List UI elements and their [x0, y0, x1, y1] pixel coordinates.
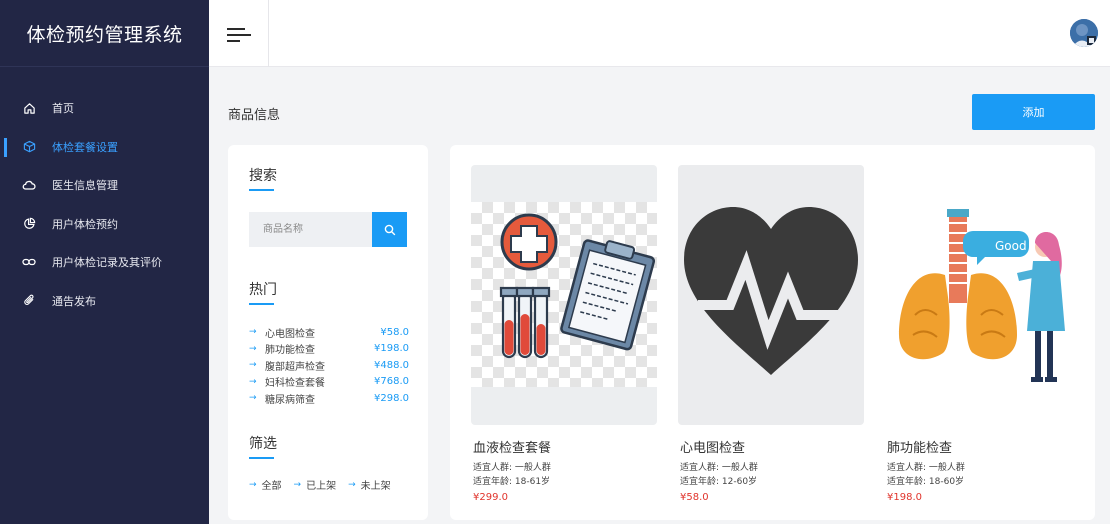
product-age: 适宜年龄: 18-60岁	[887, 477, 965, 487]
user-avatar-icon[interactable]	[1070, 19, 1098, 47]
sidebar-item-label: 通告发布	[52, 294, 96, 308]
top-header	[209, 0, 1110, 67]
home-icon	[22, 101, 36, 115]
hot-item[interactable]: → 腹部超声检查 ¥488.0	[249, 357, 409, 374]
hot-item-name: 心电图检查	[265, 328, 315, 340]
app-title: 体检预约管理系统	[0, 0, 209, 67]
svg-text:Good: Good	[995, 239, 1027, 253]
sidebar-item-user-records[interactable]: 用户体检记录及其评价	[0, 243, 209, 282]
blood-test-tubes-clipboard-icon	[471, 202, 657, 391]
hot-item-price: ¥768.0	[374, 376, 409, 388]
hot-item[interactable]: → 心电图检查 ¥58.0	[249, 324, 409, 341]
hamburger-icon[interactable]	[227, 24, 251, 44]
filter-panel: 搜索 热门 → 心电图检查 ¥58.0 → 肺功能检查 ¥198.0 → 腹部超…	[228, 145, 428, 520]
hot-item[interactable]: → 肺功能检查 ¥198.0	[249, 341, 409, 358]
product-price: ¥299.0	[473, 492, 508, 503]
product-image	[678, 165, 864, 425]
sidebar-item-user-booking[interactable]: 用户体检预约	[0, 205, 209, 244]
cloud-icon	[22, 178, 36, 192]
product-card[interactable]: 心电图检查 适宜人群: 一般人群 适宜年龄: 12-60岁 ¥58.0	[678, 165, 864, 520]
sidebar-item-label: 医生信息管理	[52, 179, 118, 193]
sidebar-item-doctor-info[interactable]: 医生信息管理	[0, 166, 209, 205]
hot-title: 热门	[249, 282, 277, 298]
hot-item[interactable]: → 糖尿病筛查 ¥298.0	[249, 390, 409, 407]
product-crowd: 适宜人群: 一般人群	[473, 463, 551, 473]
product-image	[471, 165, 657, 425]
add-button[interactable]: 添加	[972, 94, 1095, 130]
sidebar-item-label: 用户体检预约	[52, 217, 118, 231]
product-title: 心电图检查	[680, 441, 746, 456]
product-crowd: 适宜人群: 一般人群	[887, 463, 965, 473]
sidebar-item-label: 用户体检记录及其评价	[52, 256, 162, 270]
sidebar-item-announcement[interactable]: 通告发布	[0, 282, 209, 321]
product-title: 血液检查套餐	[473, 441, 552, 456]
product-age: 适宜年龄: 18-61岁	[473, 477, 551, 487]
filter-all[interactable]: → 全部	[249, 477, 282, 493]
product-price: ¥58.0	[680, 492, 709, 503]
arrow-right-icon: →	[249, 343, 257, 354]
product-card[interactable]: 血液检查套餐 适宜人群: 一般人群 适宜年龄: 18-61岁 ¥299.0	[471, 165, 657, 520]
product-image: Good	[885, 165, 1071, 425]
product-title: 肺功能检查	[887, 441, 953, 456]
hot-item-name: 糖尿病筛查	[265, 394, 315, 406]
page-title: 商品信息	[228, 108, 281, 123]
hot-item-price: ¥58.0	[380, 326, 409, 338]
filter-label: 未上架	[360, 481, 391, 492]
product-grid: 血液检查套餐 适宜人群: 一般人群 适宜年龄: 18-61岁 ¥299.0 心电…	[450, 145, 1095, 520]
arrow-right-icon: →	[249, 393, 257, 404]
hot-list: → 心电图检查 ¥58.0 → 肺功能检查 ¥198.0 → 腹部超声检查 ¥4…	[249, 324, 409, 407]
link-icon	[22, 255, 36, 269]
hot-item-name: 肺功能检查	[265, 345, 315, 357]
filter-underline	[249, 457, 274, 459]
filter-title: 筛选	[249, 436, 277, 452]
search-button[interactable]	[372, 212, 407, 247]
hot-item[interactable]: → 妇科检查套餐 ¥768.0	[249, 374, 409, 391]
paperclip-icon	[22, 294, 36, 308]
cube-icon	[22, 140, 36, 154]
arrow-right-icon: →	[249, 327, 257, 338]
lungs-doctor-icon: Good	[885, 165, 1071, 425]
filter-label: 已上架	[306, 481, 337, 492]
hot-item-name: 腹部超声检查	[265, 361, 325, 373]
filter-options: → 全部 → 已上架 → 未上架	[249, 477, 403, 493]
filter-on-shelf[interactable]: → 已上架	[293, 477, 337, 493]
hot-item-price: ¥198.0	[374, 343, 409, 355]
arrow-right-icon: →	[293, 479, 302, 490]
product-age: 适宜年龄: 12-60岁	[680, 477, 758, 487]
hot-item-price: ¥298.0	[374, 392, 409, 404]
sidebar-item-package-settings[interactable]: 体检套餐设置	[0, 128, 209, 167]
heart-pulse-icon	[678, 165, 864, 425]
hot-item-name: 妇科检查套餐	[265, 378, 325, 390]
hot-item-price: ¥488.0	[374, 359, 409, 371]
product-crowd: 适宜人群: 一般人群	[680, 463, 758, 473]
sidebar: 体检预约管理系统 首页 体检套餐设置 医生信息管理 用户体检预约 用户体检记录及…	[0, 0, 209, 524]
product-price: ¥198.0	[887, 492, 922, 503]
search-title: 搜索	[249, 168, 277, 184]
search-icon	[384, 224, 396, 236]
sidebar-menu: 首页 体检套餐设置 医生信息管理 用户体检预约 用户体检记录及其评价 通告发布	[0, 89, 209, 320]
search-box	[249, 212, 407, 247]
arrow-right-icon: →	[249, 376, 257, 387]
sidebar-item-label: 体检套餐设置	[52, 140, 118, 154]
arrow-right-icon: →	[348, 479, 356, 490]
arrow-right-icon: →	[249, 479, 257, 490]
filter-label: 全部	[261, 481, 282, 492]
arrow-right-icon: →	[249, 360, 257, 371]
sidebar-item-home[interactable]: 首页	[0, 89, 209, 128]
product-card[interactable]: Good 肺功能检查 适宜人群: 一般人群 适宜年龄: 18-60岁 ¥198.…	[885, 165, 1071, 520]
header-divider	[268, 0, 269, 67]
hot-underline	[249, 303, 274, 305]
sidebar-item-label: 首页	[52, 102, 74, 116]
filter-off-shelf[interactable]: → 未上架	[348, 477, 391, 493]
search-underline	[249, 189, 274, 191]
pie-chart-icon	[22, 217, 36, 231]
search-input[interactable]	[249, 212, 372, 247]
